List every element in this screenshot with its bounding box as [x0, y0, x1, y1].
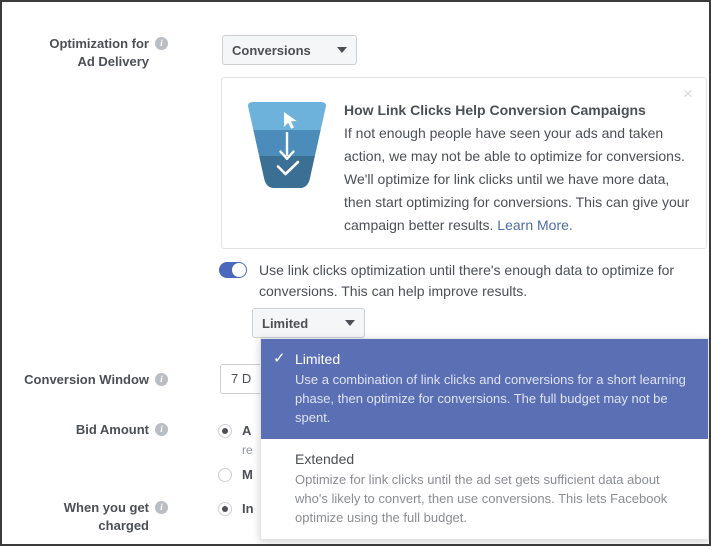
optimization-select[interactable]: Conversions — [222, 35, 357, 65]
info-card-title: How Link Clicks Help Conversion Campaign… — [344, 102, 646, 118]
dropdown-option-description: Optimize for link clicks until the ad se… — [295, 472, 668, 525]
dropdown-option-limited[interactable]: ✓ Limited Use a combination of link clic… — [261, 339, 708, 439]
info-icon[interactable]: i — [155, 501, 168, 514]
check-icon: ✓ — [273, 350, 286, 367]
link-clicks-optimization-toggle[interactable] — [219, 262, 247, 278]
row-conversion-window: Conversion Window i — [2, 371, 174, 389]
label-bid-amount: Bid Amount i — [2, 421, 174, 439]
chevron-down-icon — [337, 47, 347, 53]
row-bid-amount: Bid Amount i — [2, 421, 174, 439]
dropdown-option-extended[interactable]: Extended Optimize for link clicks until … — [261, 439, 708, 539]
label-text-block: Optimization for Ad Delivery — [49, 35, 149, 71]
learn-more-link[interactable]: Learn More. — [497, 217, 572, 233]
toggle-label: Use link clicks optimization until there… — [259, 262, 675, 299]
label-when-you-get-charged: When you get charged i — [2, 499, 174, 535]
info-card-body: If not enough people have seen your ads … — [344, 122, 692, 237]
dropdown-option-description: Use a combination of link clicks and con… — [295, 372, 686, 425]
label-line-2: charged — [98, 518, 149, 533]
label-line-2: Ad Delivery — [77, 54, 149, 69]
label-line-1: Optimization for — [49, 36, 149, 51]
label-optimization-for-ad-delivery: Optimization for Ad Delivery i — [2, 35, 174, 71]
conversion-window-value: 7 D — [231, 371, 252, 386]
chevron-down-icon — [345, 320, 355, 326]
label-line-1: Bid Amount — [75, 422, 149, 437]
radio-icon[interactable] — [218, 424, 232, 438]
row-optimization-for-ad-delivery: Optimization for Ad Delivery i Conversio… — [2, 35, 357, 71]
info-card: × How Link Clicks Help Conversion Campai… — [221, 77, 707, 249]
when-charged-option-label: In — [242, 501, 254, 516]
label-text-block: Conversion Window — [24, 371, 149, 389]
ad-set-optimization-panel: Optimization for Ad Delivery i Conversio… — [0, 0, 711, 546]
dropdown-option-body: Limited Use a combination of link clicks… — [295, 349, 694, 427]
learning-phase-select[interactable]: Limited — [252, 308, 365, 338]
label-line-1: When you get — [63, 500, 149, 515]
dropdown-option-body: Extended Optimize for link clicks until … — [295, 449, 694, 527]
learning-phase-select-value: Limited — [262, 315, 309, 331]
label-conversion-window: Conversion Window i — [2, 371, 174, 389]
toggle-knob — [232, 263, 246, 277]
learning-phase-dropdown-menu: ✓ Limited Use a combination of link clic… — [260, 338, 709, 540]
radio-icon[interactable] — [218, 468, 232, 482]
dropdown-option-title: Extended — [295, 451, 355, 467]
row-when-you-get-charged: When you get charged i — [2, 499, 174, 535]
bid-amount-option-label: A — [242, 423, 252, 438]
link-clicks-optimization-toggle-row: Use link clicks optimization until there… — [219, 260, 689, 302]
info-icon[interactable]: i — [155, 37, 168, 50]
info-icon[interactable]: i — [155, 423, 168, 436]
funnel-icon — [244, 100, 330, 192]
label-text-block: When you get charged — [64, 499, 149, 535]
info-card-text: How Link Clicks Help Conversion Campaign… — [344, 100, 692, 237]
info-icon[interactable]: i — [155, 373, 168, 386]
label-text-block: Bid Amount — [76, 421, 149, 439]
check-icon-placeholder — [271, 449, 295, 527]
label-line-1: Conversion Window — [24, 372, 149, 387]
bid-amount-option-sublabel: re — [242, 443, 253, 457]
bid-amount-option-label: M — [242, 467, 253, 482]
optimization-select-value: Conversions — [232, 42, 311, 58]
dropdown-option-title: Limited — [295, 351, 341, 367]
radio-icon[interactable] — [218, 502, 232, 516]
